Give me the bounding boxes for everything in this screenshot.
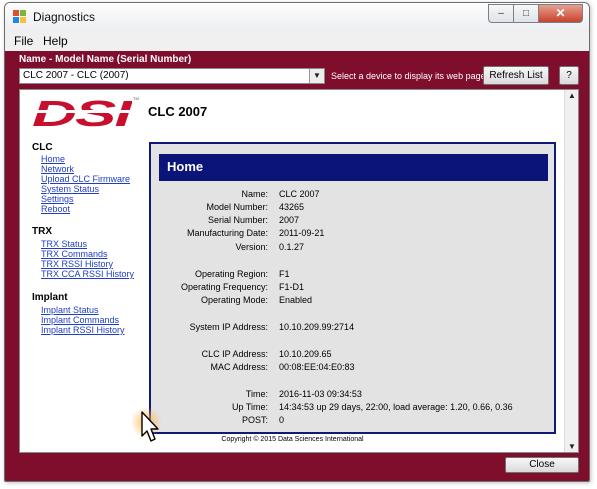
nav-link-trx-status[interactable]: TRX Status (41, 239, 87, 249)
chevron-down-icon[interactable]: ▼ (309, 69, 324, 83)
info-label: Name: (241, 189, 268, 199)
minimize-button[interactable]: – (488, 4, 514, 23)
info-value: 2011-09-21 (279, 228, 325, 238)
device-select-value: CLC 2007 - CLC (2007) (23, 70, 129, 81)
info-value: 10.10.209.65 (279, 349, 332, 359)
nav-section-trx: TRX (32, 226, 52, 237)
title-bar[interactable]: Diagnostics – □ ✕ (5, 3, 589, 31)
info-value: 0.1.27 (279, 242, 305, 252)
info-label: MAC Address: (210, 362, 268, 372)
info-row: MAC Address: 00:08:EE:04:E0:83 (151, 362, 554, 374)
device-list-label: Name - Model Name (Serial Number) (19, 54, 192, 65)
info-value: 0 (279, 415, 285, 425)
copyright-text: Copyright © 2015 Data Sciences Internati… (221, 436, 364, 443)
info-value: Enabled (279, 295, 313, 305)
info-label: System IP Address: (189, 322, 268, 332)
info-value: CLC 2007 (279, 189, 320, 199)
nav-link-network[interactable]: Network (41, 164, 74, 174)
info-row: Operating Mode: Enabled (151, 295, 554, 307)
menu-file[interactable]: File (14, 34, 33, 48)
scroll-up-icon[interactable]: ▲ (568, 91, 576, 100)
nav-section-clc: CLC (32, 142, 53, 153)
refresh-list-button[interactable]: Refresh List (483, 66, 549, 85)
mouse-cursor-icon (132, 408, 162, 442)
nav-link-reboot[interactable]: Reboot (41, 204, 70, 214)
close-window-button[interactable]: ✕ (539, 4, 583, 23)
diagnostics-window: Diagnostics – □ ✕ File Help Name - Model… (4, 2, 590, 482)
app-icon (13, 10, 26, 23)
info-value: 2007 (279, 215, 300, 225)
info-row: CLC IP Address: 10.10.209.65 (151, 349, 554, 361)
panel-header: Home (159, 154, 548, 181)
info-row: Name: CLC 2007 (151, 189, 554, 201)
nav-link-trx-cca-rssi-history[interactable]: TRX CCA RSSI History (41, 269, 134, 279)
help-button[interactable]: ? (559, 66, 579, 85)
panel-title: Home (167, 159, 204, 174)
home-panel: Home Name: CLC 2007 Model Number: 43265 … (149, 142, 556, 434)
nav-link-upload-firmware[interactable]: Upload CLC Firmware (41, 174, 130, 184)
info-label: CLC IP Address: (201, 349, 268, 359)
info-label: Time: (245, 389, 268, 399)
info-value: 2016-11-03 09:34:53 (279, 389, 362, 399)
nav-link-implant-commands[interactable]: Implant Commands (41, 315, 119, 325)
nav-link-home[interactable]: Home (41, 154, 65, 164)
info-label: Serial Number: (207, 215, 268, 225)
info-value: 10.10.209.99:2714 (279, 322, 355, 332)
nav-link-settings[interactable]: Settings (41, 194, 74, 204)
info-row: POST: 0 (151, 415, 554, 427)
logo-trademark: TM (133, 96, 139, 101)
nav-link-system-status[interactable]: System Status (41, 184, 99, 194)
info-value: 43265 (279, 202, 305, 212)
info-value: 00:08:EE:04:E0:83 (279, 362, 355, 372)
scroll-down-icon[interactable]: ▼ (568, 442, 576, 451)
page-title: CLC 2007 (148, 104, 208, 119)
nav-link-trx-commands[interactable]: TRX Commands (41, 249, 108, 259)
info-label: Version: (235, 242, 268, 252)
info-label: Model Number: (206, 202, 268, 212)
info-row: System IP Address: 10.10.209.99:2714 (151, 322, 554, 334)
dsi-logo: DSI (32, 97, 132, 129)
nav-link-implant-rssi-history[interactable]: Implant RSSI History (41, 325, 125, 335)
info-row: Serial Number: 2007 (151, 215, 554, 227)
info-row: Model Number: 43265 (151, 202, 554, 214)
info-row: Operating Frequency: F1-D1 (151, 282, 554, 294)
client-area: Name - Model Name (Serial Number) CLC 20… (5, 51, 589, 481)
info-row: Version: 0.1.27 (151, 242, 554, 254)
close-button[interactable]: Close (505, 457, 579, 473)
info-label: POST: (241, 415, 268, 425)
nav-section-implant: Implant (32, 292, 68, 303)
info-row: Operating Region: F1 (151, 269, 554, 281)
info-label: Operating Region: (194, 269, 268, 279)
info-row: Manufacturing Date: 2011-09-21 (151, 228, 554, 240)
info-label: Operating Frequency: (180, 282, 268, 292)
menu-help[interactable]: Help (43, 34, 68, 48)
web-page-view[interactable]: DSI TM CLC 2007 CLC Home Network Upload … (19, 89, 579, 453)
window-title: Diagnostics (33, 10, 96, 24)
menu-bar: File Help (5, 31, 589, 51)
info-label: Up Time: (231, 402, 268, 412)
device-select[interactable]: CLC 2007 - CLC (2007) ▼ (19, 68, 325, 84)
info-value: 14:34:53 up 29 days, 22:00, load average… (279, 402, 513, 412)
nav-link-trx-rssi-history[interactable]: TRX RSSI History (41, 259, 113, 269)
info-label: Operating Mode: (200, 295, 268, 305)
info-row: Time: 2016-11-03 09:34:53 (151, 389, 554, 401)
vertical-scrollbar[interactable]: ▲ ▼ (564, 90, 578, 452)
info-label: Manufacturing Date: (186, 228, 268, 238)
device-hint: Select a device to display its web page (331, 71, 486, 81)
info-value: F1 (279, 269, 290, 279)
maximize-button[interactable]: □ (514, 4, 539, 23)
window-controls: – □ ✕ (488, 4, 583, 23)
info-row: Up Time: 14:34:53 up 29 days, 22:00, loa… (151, 402, 554, 414)
info-value: F1-D1 (279, 282, 305, 292)
nav-link-implant-status[interactable]: Implant Status (41, 305, 99, 315)
